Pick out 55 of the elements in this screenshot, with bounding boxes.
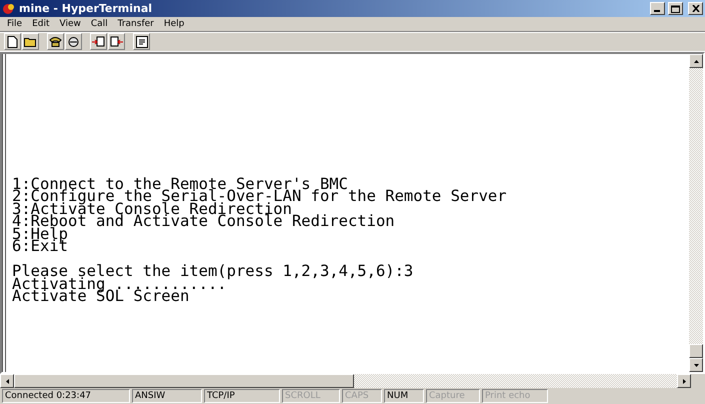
menu-item[interactable]: Call <box>86 19 113 29</box>
terminal-line: 5:Help <box>12 228 68 240</box>
terminal-line: Please select the item(press 1,2,3,4,5,6):3 <box>12 265 414 278</box>
status-panel: Capture <box>426 389 480 403</box>
left-arrow-icon <box>6 378 8 384</box>
scroll-thumb[interactable] <box>689 344 703 358</box>
menu-item[interactable]: View <box>54 19 86 29</box>
toolbar-button[interactable] <box>90 33 107 50</box>
scroll-down-button[interactable] <box>689 358 703 372</box>
terminal-line: 6:Exit <box>12 240 69 252</box>
terminal-line: 3:Activate Console Redirection <box>12 202 292 216</box>
right-arrow-icon <box>682 378 686 384</box>
vertical-scrollbar[interactable] <box>689 54 703 372</box>
properties-icon <box>136 36 148 48</box>
document-arrow-icon <box>110 36 123 47</box>
up-arrow-icon <box>694 60 698 62</box>
terminal-line: 1:Connect to the Remote Server's BMC <box>12 178 349 190</box>
status-panel: CAPS <box>342 389 382 403</box>
toolbar-button[interactable] <box>4 33 21 50</box>
scroll-right-button[interactable] <box>677 374 691 388</box>
status-panel: Print echo <box>482 389 548 403</box>
toolbar-button[interactable] <box>65 33 82 50</box>
close-button[interactable] <box>688 2 703 15</box>
horizontal-scrollbar[interactable] <box>0 374 691 388</box>
terminal-line: Activating ............ <box>12 278 227 290</box>
terminal-line: Activate SOL Screen <box>12 290 190 303</box>
maximize-button[interactable] <box>668 2 683 15</box>
status-panel: TCP/IP <box>204 389 280 403</box>
maximize-icon <box>671 4 680 12</box>
down-arrow-icon <box>694 364 698 366</box>
menu-item[interactable]: Edit <box>27 19 54 29</box>
status-panel: ANSIW <box>132 389 202 403</box>
toolbar-button[interactable] <box>22 33 39 50</box>
scroll-thumb[interactable] <box>14 374 354 388</box>
scroll-up-button[interactable] <box>689 54 703 68</box>
terminal-line: 2:Configure the Serial-Over-LAN for the Remote Server <box>12 190 508 203</box>
status-panel: SCROLL <box>282 389 340 403</box>
window-title: mine - HyperTerminal <box>19 2 154 15</box>
toolbar-button[interactable] <box>47 33 64 50</box>
scroll-left-button[interactable] <box>0 374 14 388</box>
folder-icon <box>24 36 37 47</box>
document-arrow-icon <box>92 36 105 47</box>
status-panel: Connected 0:23:47 <box>2 389 130 403</box>
terminal-line: 4:Reboot and Activate Console Redirection <box>12 215 396 228</box>
phone-icon <box>49 36 62 47</box>
menu-item[interactable]: Help <box>158 19 190 29</box>
toolbar-button[interactable] <box>133 33 150 50</box>
app-icon <box>2 2 16 15</box>
blank-page-icon <box>7 36 18 48</box>
minimize-button[interactable] <box>650 2 665 15</box>
menu-item[interactable]: Transfer <box>112 19 159 29</box>
status-panel: NUM <box>384 389 424 403</box>
close-icon <box>692 5 700 12</box>
menu-item[interactable]: File <box>2 19 28 29</box>
toolbar-button[interactable] <box>108 33 125 50</box>
